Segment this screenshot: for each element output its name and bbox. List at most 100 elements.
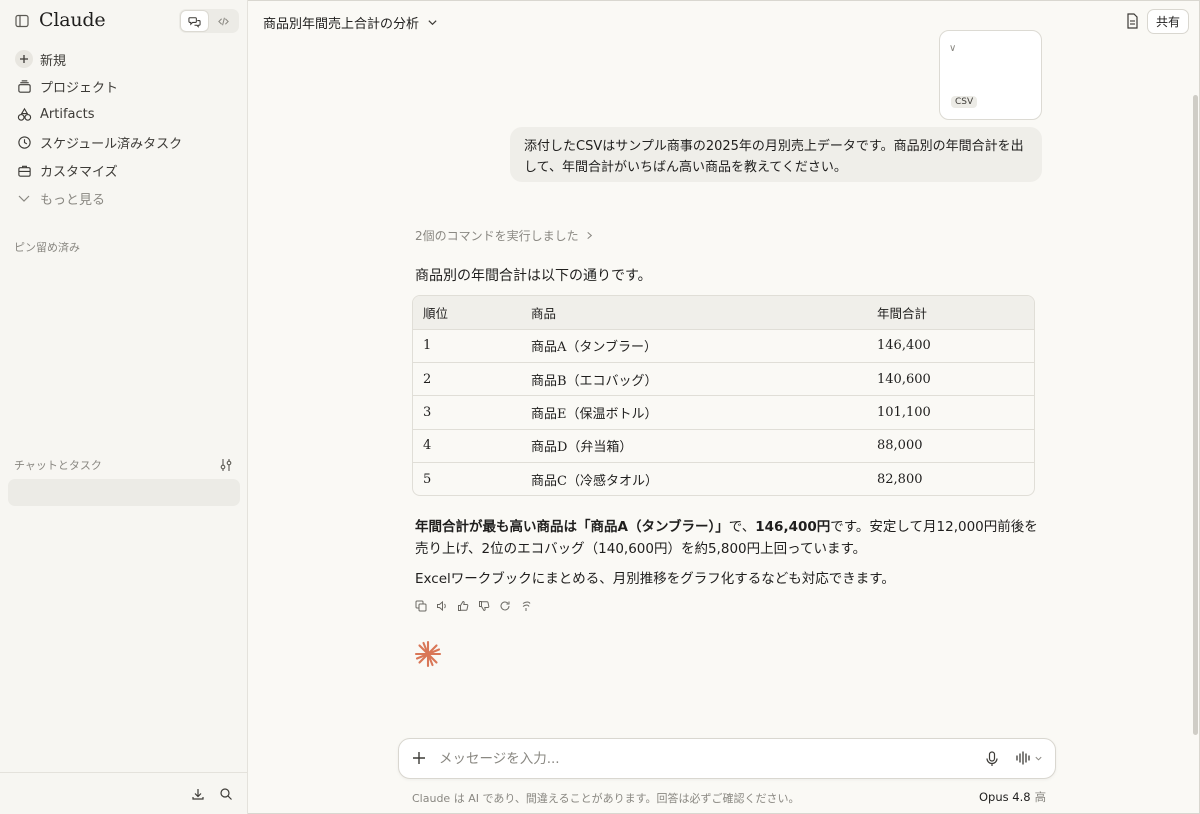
cell-rank: 1 — [423, 338, 432, 354]
clock-icon — [8, 135, 40, 150]
table-row: 3 商品E（保温ボトル） 101,100 — [413, 395, 1034, 429]
table-row: 2 商品B（エコバッグ） 140,600 — [413, 362, 1034, 395]
effort-level: 高 — [1034, 790, 1047, 804]
thumbs-down-icon[interactable] — [477, 599, 491, 613]
response-intro: 商品別の年間合計は以下の通りです。 — [415, 268, 652, 284]
cell-product: 商品D（弁当箱） — [531, 440, 633, 456]
pinned-section-label: ピン留め済み — [14, 241, 80, 254]
summary-highlight-amount: 146,400円 — [755, 519, 831, 535]
download-icon[interactable] — [191, 786, 205, 805]
search-icon[interactable] — [219, 786, 233, 805]
claude-spark-icon — [414, 640, 442, 672]
results-table: 順位 商品 年間合計 1 商品A（タンブラー） 146,400 2 商品B（エコ… — [412, 295, 1035, 496]
cell-product: 商品E（保温ボトル） — [531, 406, 658, 422]
plus-icon — [15, 50, 33, 68]
sidebar-item-label: スケジュール済みタスク — [40, 136, 183, 152]
sidebar-item-new[interactable]: 新規 — [8, 46, 240, 72]
summary-connector: で、 — [728, 519, 756, 535]
scrollbar-thumb[interactable] — [1193, 95, 1198, 735]
sidebar: Claude 新規 プロジェクト Artifacts スケジュール済みタスク カ… — [0, 0, 248, 814]
cell-total: 140,600 — [877, 371, 931, 387]
table-row: 4 商品D（弁当箱） 88,000 — [413, 429, 1034, 462]
cell-product: 商品B（エコバッグ） — [531, 373, 658, 389]
cell-rank: 4 — [423, 438, 432, 454]
model-name: Opus 4.8 — [979, 790, 1031, 804]
cell-product: 商品C（冷感タオル） — [531, 474, 658, 489]
response-followup: Excelワークブックにまとめる、月別推移をグラフ化するなども対応できます。 — [415, 571, 895, 587]
response-summary: 年間合計が最も高い商品は「商品A（タンブラー）」で、146,400円です。安定し… — [415, 516, 1040, 560]
plus-icon — [413, 752, 425, 764]
sidebar-item-label: カスタマイズ — [40, 164, 118, 180]
cell-product: 商品A（タンブラー） — [531, 340, 657, 356]
sidebar-footer — [0, 772, 247, 814]
sidebar-item-scheduled-tasks[interactable]: スケジュール済みタスク — [8, 129, 240, 155]
sidebar-item-label: プロジェクト — [40, 80, 119, 96]
cell-total: 101,100 — [877, 404, 931, 420]
copy-icon[interactable] — [414, 599, 428, 613]
chevron-down-icon — [1035, 756, 1042, 761]
folder-stack-icon — [8, 79, 40, 94]
sidebar-item-artifacts[interactable]: Artifacts — [8, 101, 240, 127]
header-product: 商品 — [531, 305, 557, 321]
model-selector[interactable]: Opus 4.8 高 — [979, 789, 1046, 805]
waveform-icon — [1016, 751, 1030, 765]
summary-highlight-product: 年間合計が最も高い商品は「商品A（タンブラー）」 — [415, 519, 729, 535]
code-icon — [218, 17, 229, 25]
microphone-icon — [986, 751, 998, 766]
sidebar-item-projects[interactable]: プロジェクト — [8, 73, 240, 99]
attachment-caret: ∨ — [949, 43, 957, 54]
chats-section-label: チャットとタスク — [14, 459, 102, 472]
sidebar-item-customize[interactable]: カスタマイズ — [8, 157, 240, 183]
conversation-title-dropdown[interactable]: 商品別年間売上合計の分析 — [263, 13, 438, 32]
mode-switch — [179, 9, 239, 33]
sidebar-item-more[interactable]: もっと見る — [8, 185, 240, 211]
branch-icon[interactable] — [519, 599, 533, 613]
cell-total: 146,400 — [877, 338, 931, 354]
cell-rank: 2 — [423, 371, 432, 387]
chat-mode-button[interactable] — [181, 11, 208, 31]
cell-rank: 3 — [423, 404, 432, 420]
user-message: 添付したCSVはサンプル商事の2025年の月別売上データです。商品別の年間合計を… — [510, 127, 1042, 182]
brand-logo: Claude — [39, 9, 106, 31]
ai-disclaimer: Claude は AI であり、間違えることがあります。回答は必ずご確認ください… — [412, 792, 800, 805]
shapes-icon — [8, 107, 40, 122]
cell-total: 88,000 — [877, 438, 923, 454]
conversation-title: 商品別年間売上合計の分析 — [263, 17, 420, 32]
chevron-down-icon — [428, 20, 437, 26]
cell-rank: 5 — [423, 472, 432, 487]
sidebar-toggle-icon[interactable] — [14, 13, 30, 29]
document-icon[interactable] — [1125, 13, 1139, 33]
add-attachment-button[interactable] — [411, 750, 427, 770]
message-input[interactable] — [439, 748, 959, 770]
chat-bubbles-icon — [188, 16, 201, 28]
chevron-down-icon — [8, 191, 40, 205]
share-button[interactable]: 共有 — [1147, 9, 1189, 34]
filter-sliders-icon[interactable] — [219, 457, 233, 476]
table-row: 1 商品A（タンブラー） 146,400 — [413, 329, 1034, 362]
file-type-badge: CSV — [951, 96, 978, 108]
retry-icon[interactable] — [498, 599, 512, 613]
thumbs-up-icon[interactable] — [456, 599, 470, 613]
code-mode-button[interactable] — [210, 11, 237, 31]
sidebar-item-label: Artifacts — [40, 106, 95, 122]
microphone-button[interactable] — [985, 751, 999, 771]
header-annual-total: 年間合計 — [877, 305, 928, 321]
commands-run-toggle[interactable]: 2個のコマンドを実行しました — [415, 227, 594, 244]
cell-total: 82,800 — [877, 472, 923, 487]
sidebar-item-label: 新規 — [40, 53, 67, 69]
conversation-header: 商品別年間売上合計の分析 共有 — [248, 0, 1200, 44]
commands-run-label: 2個のコマンドを実行しました — [415, 229, 579, 243]
chat-list-item[interactable] — [8, 479, 240, 506]
attachment-card[interactable]: ∨ CSV — [939, 30, 1042, 120]
briefcase-icon — [8, 163, 40, 178]
header-rank: 順位 — [423, 305, 449, 321]
voice-mode-button[interactable] — [1015, 751, 1043, 765]
chevron-right-icon — [586, 231, 592, 240]
sidebar-item-label: もっと見る — [40, 192, 106, 208]
message-composer — [398, 738, 1056, 779]
table-row: 5 商品C（冷感タオル） 82,800 — [413, 462, 1034, 495]
message-actions — [414, 599, 533, 613]
table-header-row: 順位 商品 年間合計 — [413, 296, 1034, 329]
speaker-icon[interactable] — [435, 599, 449, 613]
sidebar-header: Claude — [0, 0, 248, 44]
